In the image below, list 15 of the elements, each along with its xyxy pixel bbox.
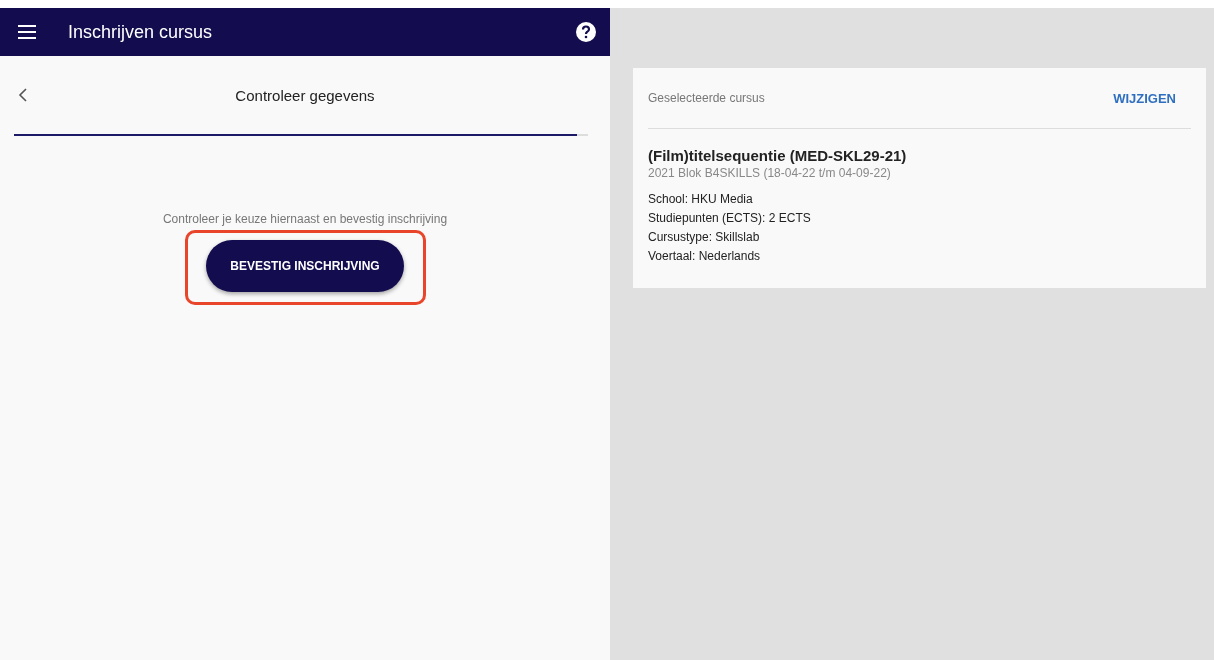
course-detail: Cursustype: Skillslab	[648, 229, 761, 246]
confirm-button[interactable]: BEVESTIG INSCHRIJVING	[206, 240, 404, 292]
back-icon[interactable]	[18, 88, 28, 102]
menu-icon[interactable]	[18, 25, 36, 39]
change-button[interactable]: WIJZIGEN	[1113, 90, 1191, 106]
help-icon[interactable]	[576, 22, 596, 42]
course-detail: Studiepunten (ECTS): 2 ECTS	[648, 210, 812, 227]
course-detail: School: HKU Media	[648, 191, 754, 208]
course-detail: Voertaal: Nederlands	[648, 248, 762, 265]
app-title: Inschrijven cursus	[68, 21, 214, 43]
step-title: Controleer gegevens	[234, 86, 376, 104]
course-name: (Film)titelsequentie (MED-SKL29-21)	[648, 147, 908, 164]
instruction-text: Controleer je keuze hiernaast en bevestig inschrijving	[162, 212, 448, 226]
course-period: 2021 Blok B4SKILLS (18-04-22 t/m 04-09-22)	[648, 166, 892, 180]
card-heading: Geselecteerde cursus	[648, 91, 765, 105]
